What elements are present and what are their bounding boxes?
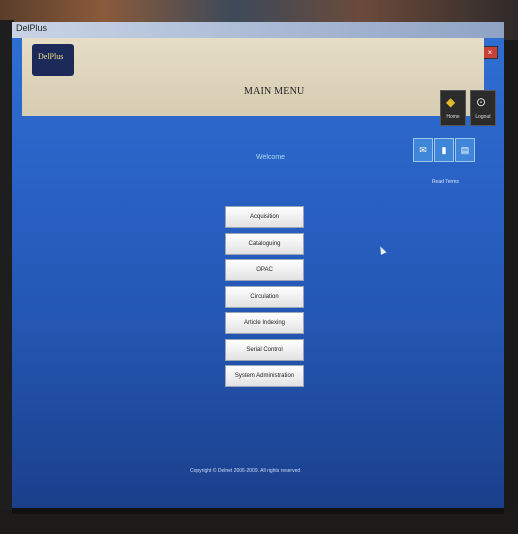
home-icon: ◆: [446, 95, 456, 109]
logout-label: Logout: [475, 114, 491, 120]
document-button[interactable]: ▤: [455, 138, 475, 162]
photo-edge-right: [504, 40, 518, 520]
document-icon: ▤: [460, 145, 470, 155]
menu-opac-button[interactable]: OPAC: [225, 259, 304, 281]
welcome-text: Welcome: [256, 154, 286, 161]
bookmark-button[interactable]: ▮: [434, 138, 454, 162]
menu-acquisition-button[interactable]: Acquisition: [225, 206, 304, 228]
home-button[interactable]: ◆ Home: [440, 90, 466, 126]
menu-serial-control-button[interactable]: Serial Control: [225, 338, 304, 361]
chat-button[interactable]: ✉: [413, 138, 433, 162]
logo-text: DelPlus: [38, 52, 64, 61]
app-header: DelPlus MAIN MENU ◆ Home ⊙ Logout: [22, 38, 496, 126]
menu-system-administration-button[interactable]: System Administration: [225, 365, 304, 387]
chat-icon: ✉: [419, 145, 427, 155]
main-menu-list: Acquisition Cataloguing OPAC Circulation…: [225, 206, 304, 392]
aux-link[interactable]: Read Terms: [432, 179, 459, 185]
home-label: Home: [446, 114, 460, 120]
menu-article-indexing-button[interactable]: Article Indexing: [225, 312, 304, 334]
menu-circulation-button[interactable]: Circulation: [225, 285, 304, 308]
window-title: DelPlus: [16, 23, 48, 33]
logout-icon: ⊙: [476, 95, 487, 109]
page-title: MAIN MENU: [244, 86, 305, 97]
window-titlebar: DelPlus: [12, 22, 504, 38]
app-logo: DelPlus: [32, 44, 74, 76]
close-button[interactable]: ×: [482, 46, 498, 59]
logout-button[interactable]: ⊙ Logout: [470, 90, 496, 126]
menu-cataloguing-button[interactable]: Cataloguing: [225, 232, 304, 255]
footer-copyright: Copyright © Delnet 2006-2009. All rights…: [190, 468, 301, 474]
bookmark-icon: ▮: [441, 145, 447, 155]
monitor-bezel: [12, 508, 504, 514]
